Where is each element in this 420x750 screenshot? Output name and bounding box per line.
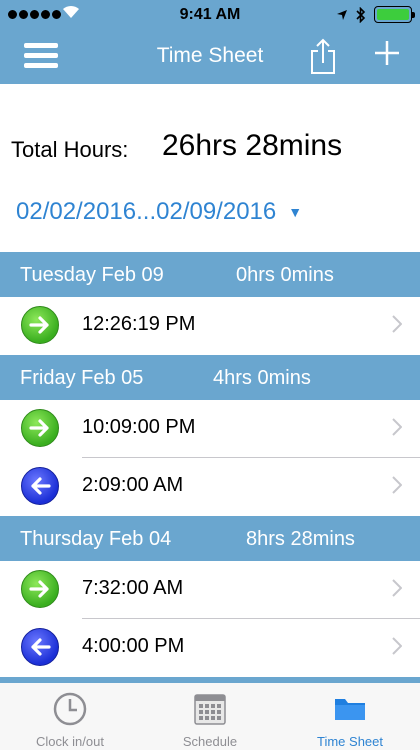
date-range-picker[interactable]: 02/02/2016...02/09/2016 ▼ (16, 198, 302, 226)
date-range-label: 02/02/2016...02/09/2016 (16, 198, 277, 225)
entry-time: 7:32:00 AM (82, 577, 184, 599)
tab-label: Time Sheet (317, 734, 383, 749)
time-entry-row[interactable]: 10:09:00 PM (0, 400, 420, 458)
clock-in-arrow-icon (21, 409, 59, 447)
time-entry-row[interactable]: 7:32:00 AM (0, 561, 420, 619)
battery-icon (374, 6, 415, 23)
clock-out-arrow-icon (21, 467, 59, 505)
tab-time-sheet[interactable]: Time Sheet (280, 691, 420, 749)
dropdown-caret-icon: ▼ (288, 204, 303, 220)
section-day: Friday Feb 05 (20, 367, 144, 389)
location-arrow-icon (337, 9, 347, 20)
chevron-right-icon (392, 637, 402, 655)
calendar-icon (194, 694, 226, 725)
section-hours: 8hrs 28mins (246, 528, 355, 550)
chevron-right-icon (392, 315, 402, 333)
tab-bar: Clock in/out Schedule Time Sheet (0, 677, 420, 750)
time-entry-row[interactable]: 12:26:19 PM (0, 297, 420, 355)
nav-bar: Time Sheet (0, 30, 420, 84)
section-header-tuesday: Tuesday Feb 09 0hrs 0mins (0, 252, 420, 297)
section-header-friday: Friday Feb 05 4hrs 0mins (0, 355, 420, 400)
page-title: Time Sheet (156, 44, 264, 67)
bluetooth-icon (356, 6, 366, 23)
share-icon[interactable] (308, 36, 338, 76)
section-hours: 4hrs 0mins (213, 367, 311, 389)
time-entry-row[interactable]: 2:09:00 AM (0, 458, 420, 516)
status-bar: 9:41 AM (0, 0, 420, 30)
entry-time: 12:26:19 PM (82, 313, 196, 335)
entry-time: 2:09:00 AM (82, 474, 184, 496)
clock-in-arrow-icon (21, 306, 59, 344)
section-hours: 0hrs 0mins (236, 264, 334, 286)
folder-icon (335, 699, 365, 720)
total-hours-label: Total Hours: (11, 137, 129, 162)
chevron-right-icon (392, 579, 402, 597)
section-header-thursday: Thursday Feb 04 8hrs 28mins (0, 516, 420, 561)
chevron-right-icon (392, 418, 402, 436)
tab-schedule[interactable]: Schedule (140, 691, 280, 749)
clock-out-arrow-icon (21, 628, 59, 666)
time-entry-row[interactable]: 4:00:00 PM (0, 619, 420, 677)
clock-icon (53, 692, 87, 726)
tab-label: Schedule (182, 734, 238, 749)
total-hours-value: 26hrs 28mins (162, 129, 343, 162)
entry-time: 10:09:00 PM (82, 416, 196, 438)
chevron-right-icon (392, 476, 402, 494)
summary-panel: Total Hours: 26hrs 28mins 02/02/2016...0… (0, 84, 420, 252)
section-day: Thursday Feb 04 (20, 528, 172, 550)
tab-clock-in-out[interactable]: Clock in/out (0, 691, 140, 749)
entry-time: 4:00:00 PM (82, 635, 185, 657)
section-day: Tuesday Feb 09 (20, 264, 164, 286)
clock-in-arrow-icon (21, 570, 59, 608)
tab-label: Clock in/out (36, 734, 104, 749)
plus-icon[interactable] (372, 38, 402, 68)
